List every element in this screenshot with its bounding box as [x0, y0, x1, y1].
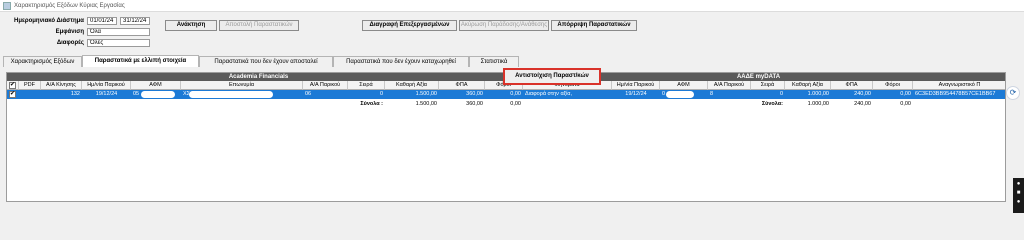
dock-icon-1[interactable]: ● [1013, 181, 1024, 187]
reject-docs-button[interactable]: Απόρριψη Παραστατικών [551, 20, 637, 31]
diff-label: Διαφορές [56, 40, 84, 46]
col-aa[interactable]: Α/Α Κίνησης [41, 81, 82, 90]
group-header-academia: Academia Financials [7, 73, 510, 81]
row-checkbox[interactable] [9, 90, 16, 98]
col-tax-mydata[interactable]: Φόροι [873, 81, 913, 90]
match-documents-button[interactable]: Αντιστοίχιση Παραστ/κών [503, 68, 601, 85]
totals-vat-mydata: 240,00 [854, 101, 871, 107]
totals-tax-mydata: 0,00 [900, 101, 911, 107]
cell-vat-mydata: 240,00 [854, 91, 871, 97]
totals-label: Σύνολα : [360, 101, 383, 107]
cell-tax-mydata: 0,00 [900, 91, 911, 97]
cell-mark: 6C3ED3BB954478B57CE1BB67 [915, 91, 996, 97]
tab-statistics[interactable]: Στατιστικά [469, 56, 519, 67]
cell-vat: 360,00 [466, 91, 483, 97]
col-net-mydata[interactable]: Καθαρή Αξία [785, 81, 831, 90]
tab-unregistered-docs[interactable]: Παραστατικά που δεν έχουν καταχωρηθεί [333, 56, 469, 67]
filter-panel: Ημερομηνιακό Διάστημα 01/01/24 31/12/24 … [0, 13, 1024, 55]
totals-label-mydata: Σύνολα: [761, 101, 783, 107]
redacted-name [189, 91, 273, 98]
col-vat-mydata[interactable]: ΦΠΑ [831, 81, 873, 90]
col-afm-mydata[interactable]: ΑΦΜ [660, 81, 708, 90]
side-dock[interactable]: ● ■ ● [1013, 178, 1024, 213]
select-all-checkbox[interactable] [9, 81, 16, 89]
col-vat[interactable]: ΦΠΑ [439, 81, 485, 90]
retrieve-button[interactable]: Ανάκτηση [165, 20, 217, 31]
col-aa-par[interactable]: Α/Α Παρικού [303, 81, 348, 90]
cell-series: 0 [379, 91, 383, 97]
title-bar: Χαρακτηρισμός Εξόδων Κύριας Εργασίας [0, 0, 1024, 12]
totals-net-mydata: 1.000,00 [807, 101, 829, 107]
cell-aa-par: 06 [305, 91, 312, 97]
col-net[interactable]: Καθαρή Αξία [385, 81, 439, 90]
col-mark[interactable]: Αναγνωριστικό Π [913, 81, 1005, 90]
col-series[interactable]: Σειρά [348, 81, 385, 90]
tab-incomplete-docs[interactable]: Παραστατικά με ελλιπή στοιχεία [82, 55, 199, 67]
display-field[interactable]: Όλα [87, 28, 150, 36]
cell-aa-par-mydata: 8 [710, 91, 714, 97]
col-date-mydata[interactable]: Ημ/νία Παρικού [612, 81, 660, 90]
cancel-characterization-button[interactable]: Ακύρωση Παράδοσης/Ανάθεσης [459, 20, 549, 31]
diff-field[interactable]: Όλες [87, 39, 150, 47]
display-label: Εμφάνιση [55, 29, 84, 35]
cell-aa: 132 [70, 91, 80, 97]
date-to-field[interactable]: 31/12/24 [120, 17, 150, 25]
redacted-afm [141, 91, 175, 98]
col-pdf[interactable]: PDF [19, 81, 41, 90]
cell-net-mydata: 1.000,00 [807, 91, 829, 97]
col-aa-par-mydata[interactable]: Α/Α Παρικού [708, 81, 751, 90]
cell-messages: Διαφορά στην αξία, [525, 91, 573, 97]
documents-grid: Academia Financials ΑΑΔΕ myDATA PDF Α/Α … [6, 72, 1006, 202]
totals-tax: 0,00 [510, 101, 521, 107]
send-docs-button[interactable]: Αποστολή Παραστατικών [219, 20, 299, 31]
col-afm[interactable]: ΑΦΜ [131, 81, 181, 90]
totals-vat: 360,00 [466, 101, 483, 107]
tab-strip: Χαρακτηρισμός Εξόδων Παραστατικά με ελλι… [0, 55, 520, 67]
totals-net: 1.500,00 [415, 101, 437, 107]
tab-unsent-docs[interactable]: Παραστατικά που δεν έχουν αποσταλεί [199, 56, 333, 67]
cell-tax: 0,00 [510, 91, 521, 97]
col-date[interactable]: Ημ/νία Παρικού [82, 81, 131, 90]
date-range-label: Ημερομηνιακό Διάστημα [14, 18, 84, 24]
cell-series-mydata: 0 [779, 91, 783, 97]
window-title: Χαρακτηρισμός Εξόδων Κύριας Εργασίας [14, 3, 125, 9]
select-all-header[interactable] [7, 81, 19, 90]
delete-processed-button[interactable]: Διαγραφή Επεξεργασμένων [362, 20, 457, 31]
dock-icon-3[interactable]: ● [1013, 199, 1024, 205]
assistant-icon[interactable]: ⟳ [1006, 86, 1020, 100]
redacted-afm-mydata [666, 91, 694, 98]
col-series-mydata[interactable]: Σειρά [751, 81, 785, 90]
cell-date-mydata: 19/12/24 [625, 91, 647, 97]
cell-date: 19/12/24 [95, 91, 118, 97]
date-from-field[interactable]: 01/01/24 [87, 17, 117, 25]
tab-expense-characterization[interactable]: Χαρακτηρισμός Εξόδων [3, 56, 82, 67]
col-name[interactable]: Επωνυμία [181, 81, 303, 90]
dock-icon-2[interactable]: ■ [1013, 190, 1024, 196]
cell-net: 1.500,00 [415, 91, 437, 97]
app-icon [3, 2, 11, 10]
